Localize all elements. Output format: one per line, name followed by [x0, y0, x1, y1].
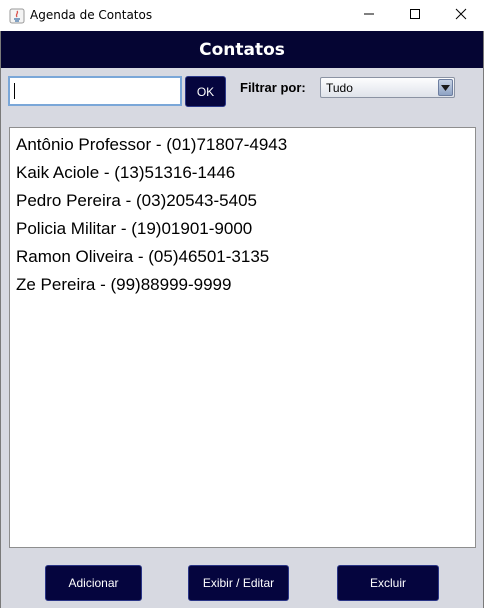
chevron-down-icon[interactable]	[438, 79, 453, 96]
ok-button[interactable]: OK	[185, 76, 226, 107]
list-item[interactable]: Ze Pereira - (99)88999-9999	[10, 271, 475, 299]
page-header: Contatos	[1, 31, 483, 68]
search-input[interactable]	[8, 76, 182, 106]
view-edit-button[interactable]: Exibir / Editar	[188, 565, 289, 601]
close-button[interactable]	[438, 0, 484, 31]
filter-select[interactable]: Tudo	[320, 77, 455, 98]
maximize-button[interactable]	[392, 0, 438, 31]
add-button[interactable]: Adicionar	[45, 565, 142, 601]
minimize-icon	[363, 7, 375, 25]
list-item[interactable]: Ramon Oliveira - (05)46501-3135	[10, 243, 475, 271]
window-title: Agenda de Contatos	[30, 8, 153, 22]
list-item[interactable]: Antônio Professor - (01)71807-4943	[10, 131, 475, 159]
java-app-icon	[9, 8, 25, 24]
contacts-list[interactable]: Antônio Professor - (01)71807-4943 Kaik …	[9, 127, 476, 548]
maximize-icon	[409, 7, 421, 25]
minimize-button[interactable]	[346, 0, 392, 31]
window-titlebar[interactable]: Agenda de Contatos	[0, 0, 484, 31]
list-item[interactable]: Policia Militar - (19)01901-9000	[10, 215, 475, 243]
close-icon	[455, 7, 467, 25]
list-item[interactable]: Pedro Pereira - (03)20543-5405	[10, 187, 475, 215]
filter-label: Filtrar por:	[240, 80, 306, 95]
delete-button[interactable]: Excluir	[337, 565, 439, 601]
filter-selected-value: Tudo	[326, 81, 353, 95]
text-caret	[14, 83, 15, 99]
page-title: Contatos	[199, 39, 285, 60]
list-item[interactable]: Kaik Aciole - (13)51316-1446	[10, 159, 475, 187]
